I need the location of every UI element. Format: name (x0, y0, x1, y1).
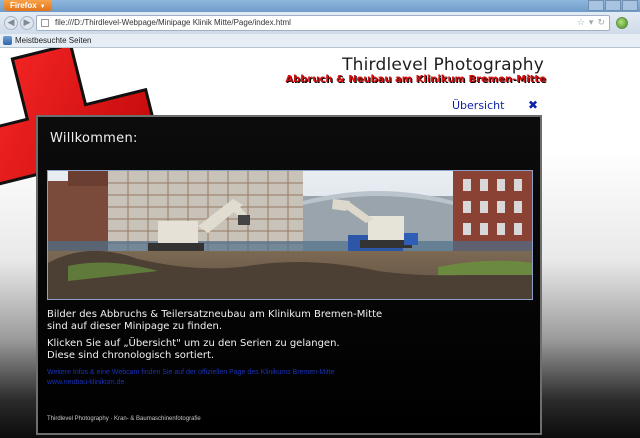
intro-paragraph: Bilder des Abbruchs & Teilersatzneubau a… (47, 309, 527, 333)
arrow-left-icon: ◀ (7, 18, 15, 28)
site-title: Thirdlevel Photography (342, 55, 544, 75)
close-icon[interactable]: ✖ (528, 98, 538, 112)
overview-link[interactable]: Übersicht (452, 99, 504, 112)
intro-line-1: Bilder des Abbruchs & Teilersatzneubau a… (47, 309, 383, 320)
instruction-line-2: Diese sind chronologisch sortiert. (47, 350, 215, 361)
clinic-website-link[interactable]: www.neubau-klinikum.de (47, 378, 124, 387)
url-actions: ☆ ▾ ↻ (573, 16, 605, 30)
window-titlebar: Firefox ▼ (0, 0, 640, 12)
star-icon[interactable]: ☆ (577, 18, 585, 28)
back-button[interactable]: ◀ (4, 16, 18, 30)
bookmark-folder-icon (3, 36, 12, 45)
page-icon (41, 19, 49, 27)
construction-site-photo (47, 170, 533, 300)
footer-text: Thirdlevel Photography · Kran- & Baumasc… (47, 416, 201, 422)
arrow-right-icon: ▶ (23, 18, 31, 28)
firefox-menu-label: Firefox (10, 1, 37, 10)
reload-icon[interactable]: ↻ (597, 18, 605, 28)
more-info-link[interactable]: Weitere Infos & eine Webcam finden Sie a… (47, 368, 335, 377)
instruction-paragraph: Klicken Sie auf „Übersicht" um zu den Se… (47, 338, 527, 362)
window-controls (587, 0, 638, 11)
dropdown-icon[interactable]: ▾ (589, 18, 594, 28)
maximize-button[interactable] (605, 0, 621, 11)
close-window-button[interactable] (622, 0, 638, 11)
search-engine-icon[interactable] (616, 17, 628, 29)
forward-button[interactable]: ▶ (20, 16, 34, 30)
firefox-menu-button[interactable]: Firefox ▼ (4, 0, 52, 11)
url-text[interactable]: file:///D:/Thirdlevel-Webpage/Minipage K… (55, 17, 291, 29)
chevron-down-icon: ▼ (39, 4, 46, 10)
navigation-toolbar: ◀ ▶ file:///D:/Thirdlevel-Webpage/Minipa… (0, 12, 640, 34)
welcome-heading: Willkommen: (50, 131, 138, 146)
instruction-line-1: Klicken Sie auf „Übersicht" um zu den Se… (47, 338, 340, 349)
intro-line-2: sind auf dieser Minipage zu finden. (47, 321, 223, 332)
bookmark-most-visited[interactable]: Meistbesuchte Seiten (15, 35, 92, 46)
bookmarks-toolbar: Meistbesuchte Seiten (0, 34, 640, 48)
minimize-button[interactable] (588, 0, 604, 11)
url-bar[interactable]: file:///D:/Thirdlevel-Webpage/Minipage K… (36, 15, 610, 31)
content-panel: Willkommen: Bilder des Abbruchs & Teiler… (36, 115, 542, 435)
site-subtitle: Abbruch & Neubau am Klinikum Bremen-Mitt… (285, 74, 546, 85)
